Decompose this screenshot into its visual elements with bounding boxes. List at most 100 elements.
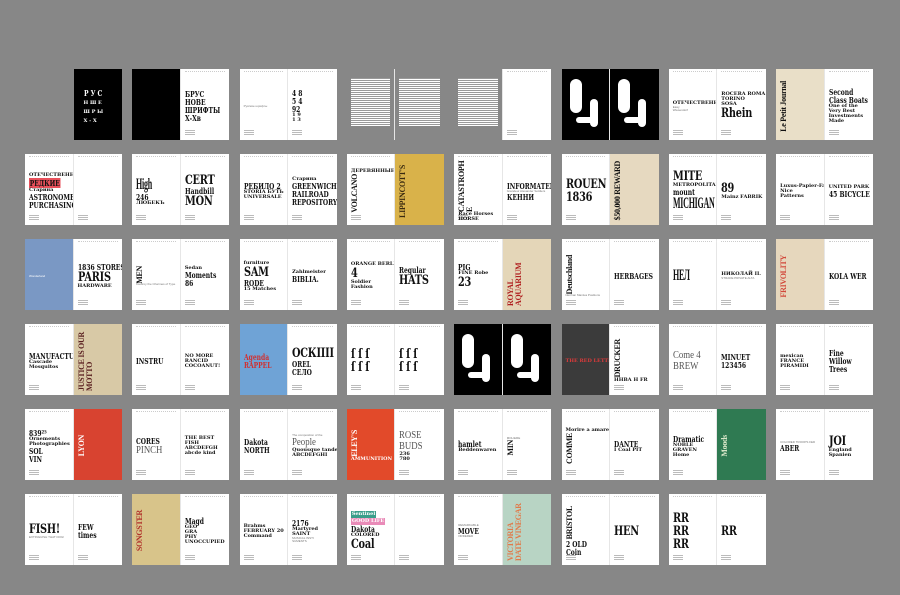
page-spread[interactable]: INSTRU NO MORE RANCID COCOANUT!	[132, 324, 230, 395]
page-spread[interactable]: ROUEN 1836 $50,000 REWARD	[561, 154, 659, 225]
right-page[interactable]: LIPPINCOTT'S	[395, 154, 444, 225]
right-page[interactable]: Magd GEO GRA PHY UNOCCUPIED	[180, 494, 230, 565]
right-page[interactable]: Zahlmeister BIBLIA.	[288, 239, 337, 310]
left-page[interactable]: 839²⁵ Ornements Photographies SOL VIN	[25, 409, 74, 480]
left-page[interactable]	[454, 324, 503, 395]
left-page[interactable]: Morire a amare COMME	[561, 409, 610, 480]
page-spread[interactable]: ОТЕЧЕСТВЕННЫЕРЕДКИЕСтаринаASTRONOMERPURC…	[25, 154, 122, 225]
right-page[interactable]: ROYAL AQUARIUM	[502, 239, 552, 310]
page-spread[interactable]: ELEY'S AMMUNITION ROSE BUDS 236 780	[346, 409, 444, 480]
page-spread[interactable]: НЕЛ НИКОЛАЙ II. STRADE PRIVATE ALTA	[668, 239, 766, 310]
right-page[interactable]: 4 85 4 92 1 91 3	[288, 69, 337, 140]
page-spread[interactable]: SONGSTER Magd GEO GRA PHY UNOCCUPIED	[132, 494, 230, 565]
right-page[interactable]: JOI England Spanien	[824, 409, 874, 480]
left-page[interactable]: ДЕРЕВЯННЫЕ VOLCANO	[346, 154, 396, 225]
right-page[interactable]: Regular HATS	[395, 239, 444, 310]
left-page[interactable]: THE RED LETTER	[561, 324, 610, 395]
left-page[interactable]: CORES PINCH	[132, 409, 181, 480]
left-page[interactable]: Deutschland Herman Mantua Positions	[561, 239, 610, 310]
left-page[interactable]: ОТЕЧЕСТВЕННЫЙEasyWiesendorf	[668, 69, 718, 140]
page-spread[interactable]: MEN Destroy the Charmes of Type Sedan Momen…	[132, 239, 230, 310]
left-page[interactable]: ſ ſ ſſ ſ ſ	[346, 324, 396, 395]
left-page[interactable]: SONGSTER	[132, 494, 181, 565]
left-page[interactable]: ОТЕЧЕСТВЕННЫЕРЕДКИЕСтаринаASTRONOMERPURC…	[25, 154, 74, 225]
page-spread[interactable]: Deutschland Herman Mantua Positions HERBAG…	[561, 239, 659, 310]
right-page[interactable]	[502, 324, 552, 395]
left-page[interactable]: Dramatic NOBLE GRAVEN Home	[668, 409, 718, 480]
left-page[interactable]	[132, 69, 181, 140]
page-spread[interactable]: Luxus-Papier-FabrikNicePatternsUNITED PA…	[776, 154, 874, 225]
page-spread[interactable]: Dakota NORTH The composition of the People Q…	[239, 409, 337, 480]
left-page[interactable]: Luxus-Papier-FabrikNicePatterns	[776, 154, 825, 225]
page-spread[interactable]: FISH! EXTINGUISH THAT DOG! FEW times	[25, 494, 122, 565]
left-page[interactable]: РЕБИЛО 2 STORIA БУТЬ UNIVERSALE	[239, 154, 289, 225]
right-page[interactable]: VICTORIA DATE VINEGAR	[502, 494, 552, 565]
left-page[interactable]: ELEY'S AMMUNITION	[346, 409, 396, 480]
page-spread[interactable]: High 246 ЛЮБЕКЪ CERT Handbill MON	[132, 154, 230, 225]
right-page[interactable]: Старина GREENWICH RAILROAD REPOSITORY	[288, 154, 337, 225]
page-spread[interactable]: Morire a amare COMME DANTE I Coal PIT	[561, 409, 659, 480]
left-page[interactable]: Wonderland	[25, 239, 74, 310]
right-page[interactable]: CERT Handbill MON	[180, 154, 230, 225]
page-spread[interactable]: furniture SAM RODE 15 Matches Zahlmeister BIB…	[239, 239, 337, 310]
page-spread[interactable]: RR RR RR RR	[668, 494, 766, 565]
page-spread[interactable]: FRIVOLITY KOLA WER	[776, 239, 874, 310]
left-page[interactable]: ROUEN 1836	[561, 154, 610, 225]
right-page[interactable]	[610, 69, 659, 140]
right-page[interactable]	[73, 154, 122, 225]
right-page[interactable]	[395, 494, 444, 565]
left-page[interactable]: High 246 ЛЮБЕКЪ	[132, 154, 181, 225]
page-spread[interactable]: hamlet Beddenwaren MOLIERE MIN	[454, 409, 552, 480]
right-page[interactable]: THE BEST FISH ABCDEFGH abcde kind	[180, 409, 230, 480]
left-page[interactable]	[347, 69, 396, 140]
page-spread[interactable]: 839²⁵ Ornements Photographies SOL VIN LYON	[25, 409, 122, 480]
page-spread[interactable]: БРУС НОВЕ ШРИФТЫ Х-Хв	[132, 69, 230, 140]
left-page[interactable]: ORANGE BERLINER4SoldierFashion	[346, 239, 396, 310]
page-spread[interactable]: THE RED LETTERDRUCKERННВА Н FR	[561, 324, 659, 395]
page-spread[interactable]: CATASTROPHE Race Horses HORSE INFORMATED Gra…	[454, 154, 552, 225]
page-spread[interactable]: BRISTOL 2 OLD Coin HEN	[561, 494, 659, 565]
right-page[interactable]: 89 Mainz FABRIK	[717, 154, 766, 225]
right-page[interactable]	[395, 69, 444, 140]
left-page[interactable]: MANUFACTURESCascadeMosquitos	[25, 324, 74, 395]
left-page[interactable]: mexican FRANCE PIRAMIDI	[776, 324, 825, 395]
left-page[interactable]: CATASTROPHE Race Horses HORSE	[454, 154, 503, 225]
page-spread[interactable]: Русские шрифты 4 85 4 92 1 91 3	[239, 69, 337, 140]
left-page[interactable]: MEN Destroy the Charmes of Type	[132, 239, 181, 310]
page-spread[interactable]: ORANGE BERLINER4SoldierFashionRegularHAT…	[346, 239, 444, 310]
left-page[interactable]: Come 4 BREW	[668, 324, 718, 395]
left-page[interactable]: FRIVOLITY	[776, 239, 825, 310]
right-page[interactable]: Second Class Boats One of the Very Best Inve…	[824, 69, 874, 140]
page-spread[interactable]: MANUFACTURESCascadeMosquitosJUSTICE IS O…	[25, 324, 122, 395]
page-spread[interactable]: REMARKABLE MOVE ORDERED VICTORIA DATE VINEG…	[454, 494, 552, 565]
page-spread[interactable]: MITE METROPOLITAN mount MICHIGAN 89 Mainz FAB…	[668, 154, 766, 225]
right-page[interactable]: ſ ſ ſſ ſ ſ	[395, 324, 444, 395]
right-page[interactable]: НИКОЛАЙ II. STRADE PRIVATE ALTA	[717, 239, 766, 310]
left-page[interactable]: Dakota NORTH	[239, 409, 289, 480]
right-page[interactable]: ROSE BUDS 236 780	[395, 409, 444, 480]
right-page[interactable]: LYON	[73, 409, 122, 480]
right-page[interactable]: $50,000 REWARD	[610, 154, 659, 225]
right-page[interactable]: HERBAGES	[610, 239, 659, 310]
right-page[interactable]: Fine Willow Trees	[824, 324, 874, 395]
page-spread[interactable]	[454, 324, 552, 395]
left-page[interactable]: INSTRU	[132, 324, 181, 395]
page-spread[interactable]: Р У СН Ш Е Ш Р Ы Х - Х	[25, 69, 122, 140]
page-spread[interactable]: CORES PINCH THE BEST FISH ABCDEFGH abcde kind	[132, 409, 230, 480]
right-page[interactable]: MINUET 123456	[717, 324, 766, 395]
right-page[interactable]	[502, 69, 552, 140]
page-spread[interactable]: Come 4 BREW MINUET 123456	[668, 324, 766, 395]
left-page[interactable]: Agenda RAPPEL	[239, 324, 289, 395]
left-page[interactable]: BRISTOL 2 OLD Coin	[561, 494, 610, 565]
page-spread[interactable]: Brahms FEBRUARY 20 Command 2176 Martyred SAIN…	[239, 494, 337, 565]
page-spread[interactable]: Sentinel GOOD LIFE Dakota COLORED Coal	[346, 494, 444, 565]
page-spread[interactable]: РЕБИЛО 2 STORIA БУТЬ UNIVERSALE Старина GREE…	[239, 154, 337, 225]
left-page[interactable]: НЕЛ	[668, 239, 718, 310]
right-page[interactable]: JUSTICE IS OUR MOTTO	[73, 324, 122, 395]
left-page[interactable]: MITE METROPOLITAN mount MICHIGAN	[668, 154, 718, 225]
left-page[interactable]: FISH! EXTINGUISH THAT DOG!	[25, 494, 74, 565]
right-page[interactable]: RR	[717, 494, 766, 565]
right-page[interactable]: NO MORE RANCID COCOANUT!	[180, 324, 230, 395]
right-page[interactable]: MOLIERE MIN	[502, 409, 552, 480]
right-page[interactable]: 2176 Martyred SAINT MUSICAL INSTI SUMENTS	[288, 494, 337, 565]
